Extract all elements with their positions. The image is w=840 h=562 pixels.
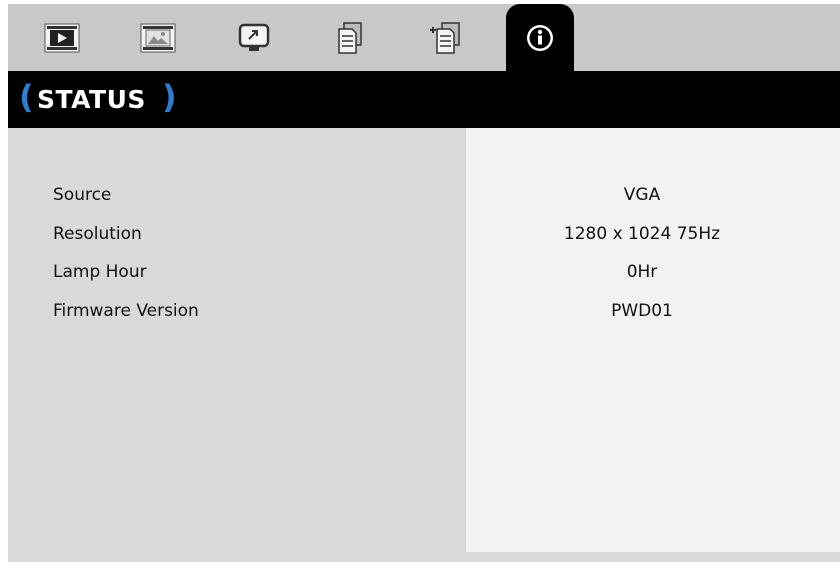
tab-info[interactable] bbox=[506, 4, 574, 71]
options-icon bbox=[338, 21, 362, 54]
firmware-version-value: PWD01 bbox=[611, 301, 673, 321]
tab-display-settings[interactable] bbox=[124, 4, 192, 71]
open-paren: ( bbox=[19, 78, 34, 116]
info-icon bbox=[527, 24, 553, 51]
page-title: STATUS bbox=[37, 85, 146, 114]
display-settings-icon bbox=[140, 23, 176, 52]
source-value: VGA bbox=[623, 185, 661, 205]
tab-image-settings[interactable] bbox=[28, 4, 96, 71]
tab-options[interactable] bbox=[316, 4, 384, 71]
menu-tab-bar bbox=[8, 4, 840, 71]
close-paren: ) bbox=[162, 78, 177, 116]
tab-setup[interactable] bbox=[220, 4, 288, 71]
image-settings-icon bbox=[44, 23, 80, 52]
setup-icon bbox=[238, 23, 270, 51]
resolution-value: 1280 x 1024 75Hz bbox=[563, 224, 721, 244]
advanced-options-icon bbox=[430, 21, 460, 54]
tab-advanced-options[interactable] bbox=[412, 4, 480, 71]
lamp-hour-value: 0Hr bbox=[626, 262, 658, 282]
lamp-hour-label: Lamp Hour bbox=[53, 262, 147, 282]
page-header: ( STATUS ) bbox=[8, 71, 840, 128]
panel-bottom-border bbox=[466, 552, 840, 562]
resolution-label: Resolution bbox=[53, 224, 142, 244]
source-label: Source bbox=[53, 185, 112, 205]
firmware-version-label: Firmware Version bbox=[53, 301, 199, 321]
